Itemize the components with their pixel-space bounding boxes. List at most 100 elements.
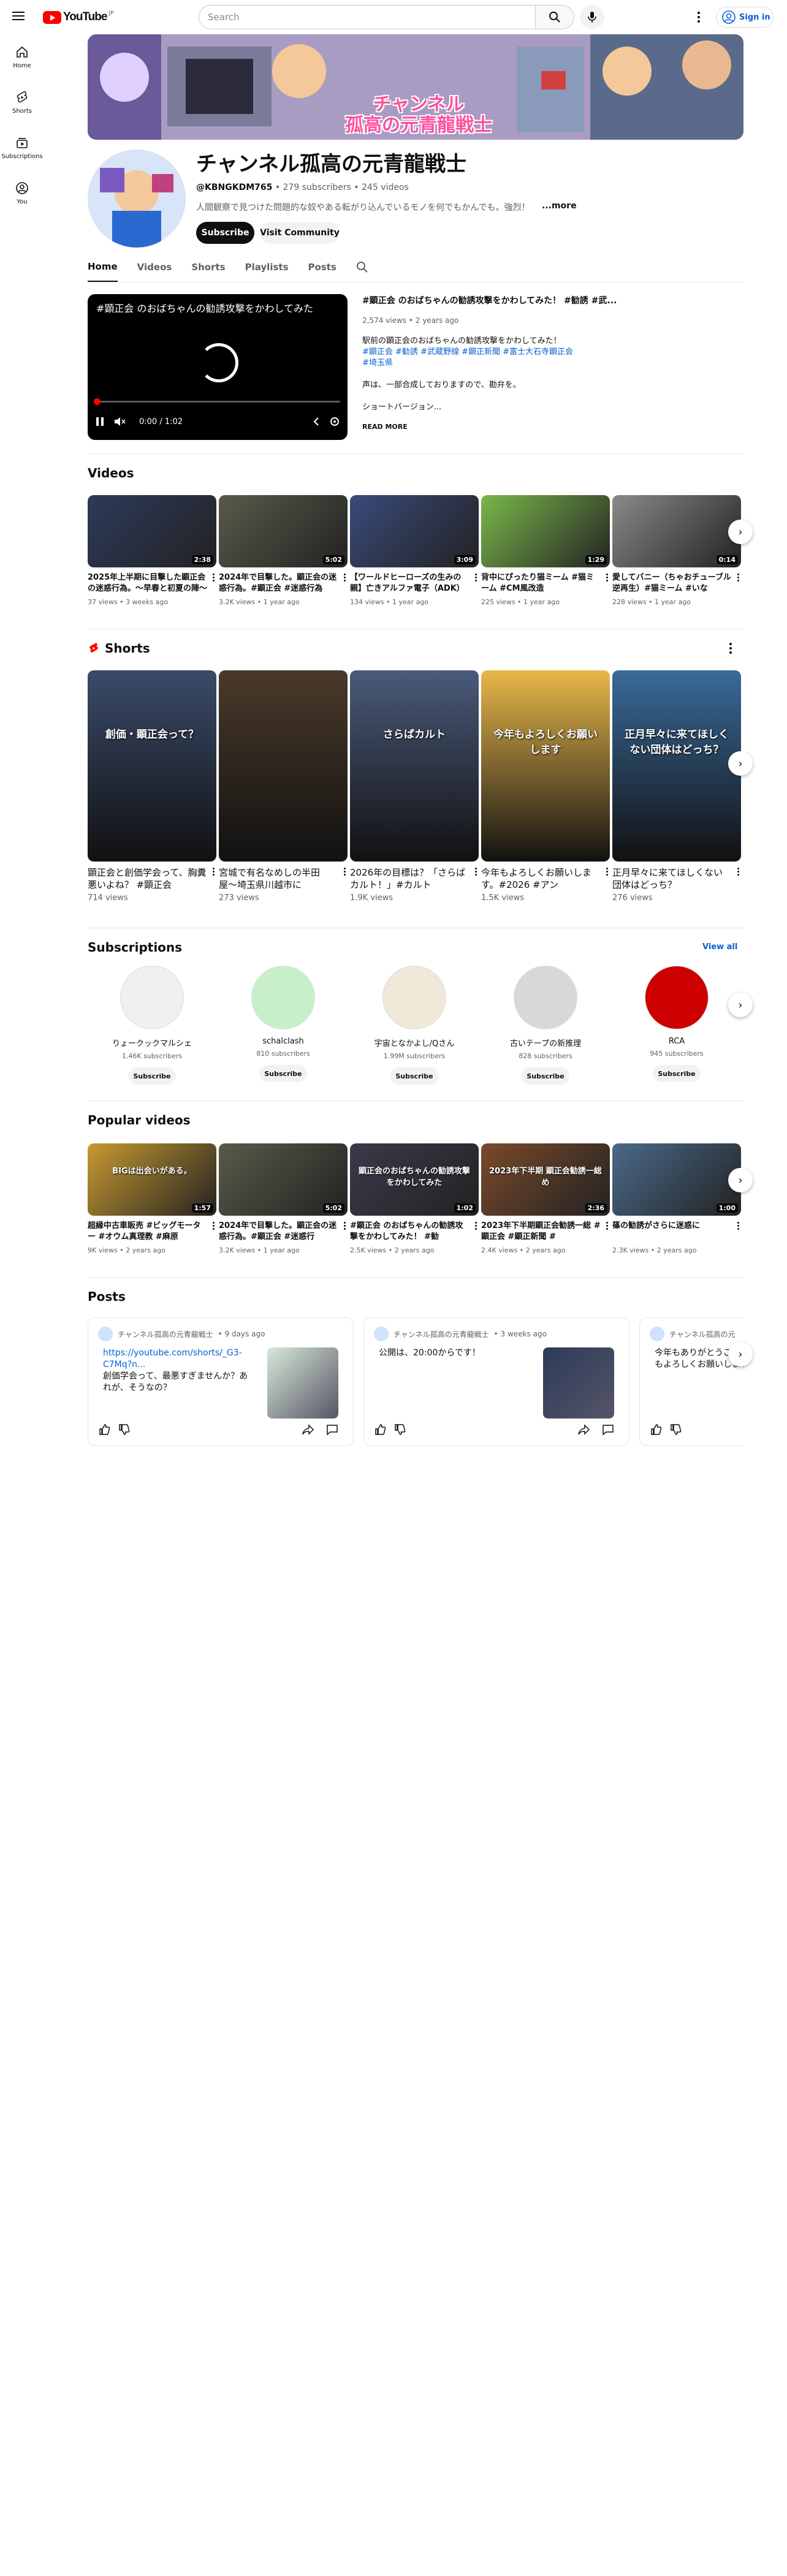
video-card[interactable]: 1:29 背中にぴったり猫ミーム #猫ミーム #CM風改造 225 views • … (481, 495, 610, 606)
subscribe-button[interactable]: Subscribe (128, 1067, 176, 1085)
subscribe-button[interactable]: Subscribe (259, 1065, 307, 1082)
post-image[interactable] (267, 1347, 338, 1419)
mute-icon[interactable] (113, 416, 126, 427)
featured-video-player[interactable]: #顕正会 のおばちゃんの勧誘攻撃をかわしてみた 0:00 / 1:02 (88, 294, 348, 440)
subscription-card[interactable]: りょークックマルシェ 1.46K subscribers Subscribe (88, 966, 216, 1085)
more-actions-icon[interactable] (341, 574, 348, 585)
short-thumbnail[interactable]: さらばカルト (350, 670, 479, 862)
more-actions-icon[interactable] (604, 574, 610, 585)
video-card[interactable]: 2023年下半期 顕正会勧誘一総め 2:36 2023年下半期顕正会勧誘一総 #顕正… (481, 1143, 610, 1254)
post-card[interactable]: チャンネル孤高の元青龍戦士 • 3 weeks ago 公開は、20:00からです！ (363, 1317, 629, 1446)
video-card[interactable]: 1:00 篠の勧誘がさらに迷惑に 2.3K views • 2 years ago (612, 1143, 741, 1254)
player-scrubber[interactable] (94, 398, 101, 405)
section-title-videos[interactable]: Videos (88, 466, 134, 480)
short-thumbnail[interactable] (219, 670, 348, 862)
player-progress-bar[interactable] (95, 401, 340, 403)
short-card[interactable]: さらばカルト 2026年の目標は？「さらばカルト！」#カルト 1.9K views (350, 670, 479, 903)
chevron-left-icon[interactable] (312, 416, 321, 427)
short-thumbnail[interactable]: 今年もよろしくお願いします (481, 670, 610, 862)
subscription-name[interactable]: RCA (669, 1037, 685, 1046)
read-more-link[interactable]: READ MORE (362, 423, 408, 431)
video-card[interactable]: BIGは出会いがある。 1:57 超縁中古車販売 #ビッグモーター #オウム真理教 … (88, 1143, 216, 1254)
comment-icon[interactable] (602, 1423, 614, 1436)
channel-avatar[interactable] (88, 150, 186, 248)
channel-description[interactable]: 人間観察で見つけた問題的な奴やある転がり込んでいるモノを何でもかんでも。強烈！ (196, 201, 564, 213)
share-icon[interactable] (302, 1423, 314, 1436)
hashtag-links[interactable]: #埼玉県 (362, 358, 620, 369)
sidebar-item-subscriptions[interactable]: Subscriptions (0, 125, 44, 170)
popular-next-button[interactable]: › (728, 1168, 753, 1192)
post-link[interactable]: https://youtube.com/shorts/_G3-C7Mq?n... (103, 1347, 250, 1371)
video-thumbnail[interactable]: 1:00 (612, 1143, 741, 1216)
subscription-avatar[interactable] (251, 966, 315, 1029)
dislike-icon[interactable] (669, 1423, 682, 1436)
post-author-avatar[interactable] (374, 1327, 389, 1341)
video-title[interactable]: #顕正会 のおばちゃんの勧誘攻撃をかわしてみた！ #勧 (350, 1221, 479, 1243)
more-actions-icon[interactable] (604, 1222, 610, 1233)
like-icon[interactable] (374, 1423, 386, 1436)
video-thumbnail[interactable]: 3:09 (350, 495, 479, 567)
sign-in-button[interactable]: Sign in (716, 7, 774, 28)
sidebar-item-home[interactable]: Home (0, 34, 44, 80)
subscription-card[interactable]: 宇宙となかよし/Qさん 1.99M subscribers Subscribe (350, 966, 479, 1085)
more-actions-icon[interactable] (341, 1222, 348, 1233)
dislike-icon[interactable] (394, 1423, 406, 1436)
tab-shorts[interactable]: Shorts (191, 252, 225, 282)
settings-menu-icon[interactable] (691, 10, 706, 25)
subscription-name[interactable]: りょークックマルシェ (112, 1037, 192, 1048)
pause-icon[interactable] (95, 416, 105, 427)
search-button[interactable] (535, 5, 574, 29)
video-card[interactable]: 5:02 2024年で目撃した。顕正会の迷惑行為。#顕正会 #迷惑行為 3.2K v… (219, 495, 348, 606)
post-image[interactable] (543, 1347, 614, 1419)
like-icon[interactable] (98, 1423, 110, 1436)
share-icon[interactable] (577, 1423, 590, 1436)
short-title[interactable]: 正月早々に来てほしくない団体はどっち？ (612, 866, 741, 891)
more-actions-icon[interactable] (604, 868, 610, 879)
post-author[interactable]: チャンネル孤高の元青龍戦士 (118, 1329, 213, 1339)
menu-icon[interactable] (11, 9, 26, 24)
subscription-card[interactable]: RCA 945 subscribers Subscribe (612, 966, 741, 1082)
tab-posts[interactable]: Posts (308, 252, 336, 282)
post-author-avatar[interactable] (650, 1327, 664, 1341)
video-title[interactable]: 2024年で目撃した。顕正会の迷惑行為。#顕正会 #迷惑行 (219, 1221, 348, 1243)
video-title[interactable]: 2024年で目撃した。顕正会の迷惑行為。#顕正会 #迷惑行為 (219, 572, 348, 594)
search-input[interactable]: Search (199, 5, 536, 29)
shorts-next-button[interactable]: › (728, 751, 753, 776)
video-thumbnail[interactable]: 5:02 (219, 1143, 348, 1216)
video-title[interactable]: 2025年上半期に目撃した顕正会の迷惑行為。〜早春と初夏の陣〜 #顕正会 (88, 572, 216, 594)
subscription-name[interactable]: schalclash (262, 1037, 303, 1046)
video-thumbnail[interactable]: 1:29 (481, 495, 610, 567)
video-thumbnail[interactable]: 5:02 (219, 495, 348, 567)
post-card[interactable]: チャンネル孤高の元今年もありがとうございました。来年もよろしくお願いします (639, 1317, 743, 1446)
sidebar-item-you[interactable]: You (0, 170, 44, 216)
subscription-avatar[interactable] (382, 966, 446, 1029)
more-actions-icon[interactable] (473, 1222, 479, 1233)
subscription-avatar[interactable] (514, 966, 577, 1029)
featured-video-title[interactable]: #顕正会 のおばちゃんの勧誘攻撃をかわしてみた！ #勧誘 #武... (362, 294, 620, 306)
video-thumbnail[interactable]: 顕正会のおばちゃんの勧誘攻撃をかわしてみた 1:02 (350, 1143, 479, 1216)
tab-videos[interactable]: Videos (137, 252, 172, 282)
video-title[interactable]: 背中にぴったり猫ミーム #猫ミーム #CM風改造 (481, 572, 610, 594)
video-card[interactable]: 0:14 愛してバニー（ちゃおチューブル逆再生）#猫ミーム #いな 228 view… (612, 495, 741, 606)
subscribe-button[interactable]: Subscribe (522, 1067, 569, 1085)
channel-search-button[interactable] (356, 252, 368, 282)
video-card[interactable]: 顕正会のおばちゃんの勧誘攻撃をかわしてみた 1:02 #顕正会 のおばちゃんの勧誘攻… (350, 1143, 479, 1254)
short-card[interactable]: 創価・顕正会って？ 顕正会と創価学会って、胸糞悪いよね？ #顕正会 714 view… (88, 670, 216, 903)
short-title[interactable]: 今年もよろしくお願いします。#2026 #アン (481, 866, 610, 891)
subscribe-button[interactable]: Subscribe (653, 1065, 701, 1082)
short-title[interactable]: 宮城で有名なめしの半田屋〜埼玉県川越市に (219, 866, 348, 891)
videos-next-button[interactable]: › (728, 520, 753, 544)
more-actions-icon[interactable] (210, 868, 216, 879)
like-icon[interactable] (650, 1423, 662, 1436)
subscription-name[interactable]: 古いテープの新推理 (510, 1037, 581, 1048)
more-actions-icon[interactable] (341, 868, 348, 879)
settings-gear-icon[interactable] (329, 416, 340, 427)
post-card[interactable]: チャンネル孤高の元青龍戦士 • 9 days ago https://youtube… (88, 1317, 354, 1446)
short-card[interactable]: 今年もよろしくお願いします 今年もよろしくお願いします。#2026 #アン 1.5K… (481, 670, 610, 903)
youtube-logo[interactable]: YouTube JP (43, 10, 114, 24)
short-card[interactable]: 正月早々に来てほしくない団体はどっち？ 正月早々に来てほしくない団体はどっち？ 27… (612, 670, 741, 903)
visit-community-button[interactable]: Visit Community (260, 222, 340, 244)
subscription-avatar[interactable] (120, 966, 184, 1029)
more-actions-icon[interactable] (473, 868, 479, 879)
subscribe-button[interactable]: Subscribe (390, 1067, 438, 1085)
